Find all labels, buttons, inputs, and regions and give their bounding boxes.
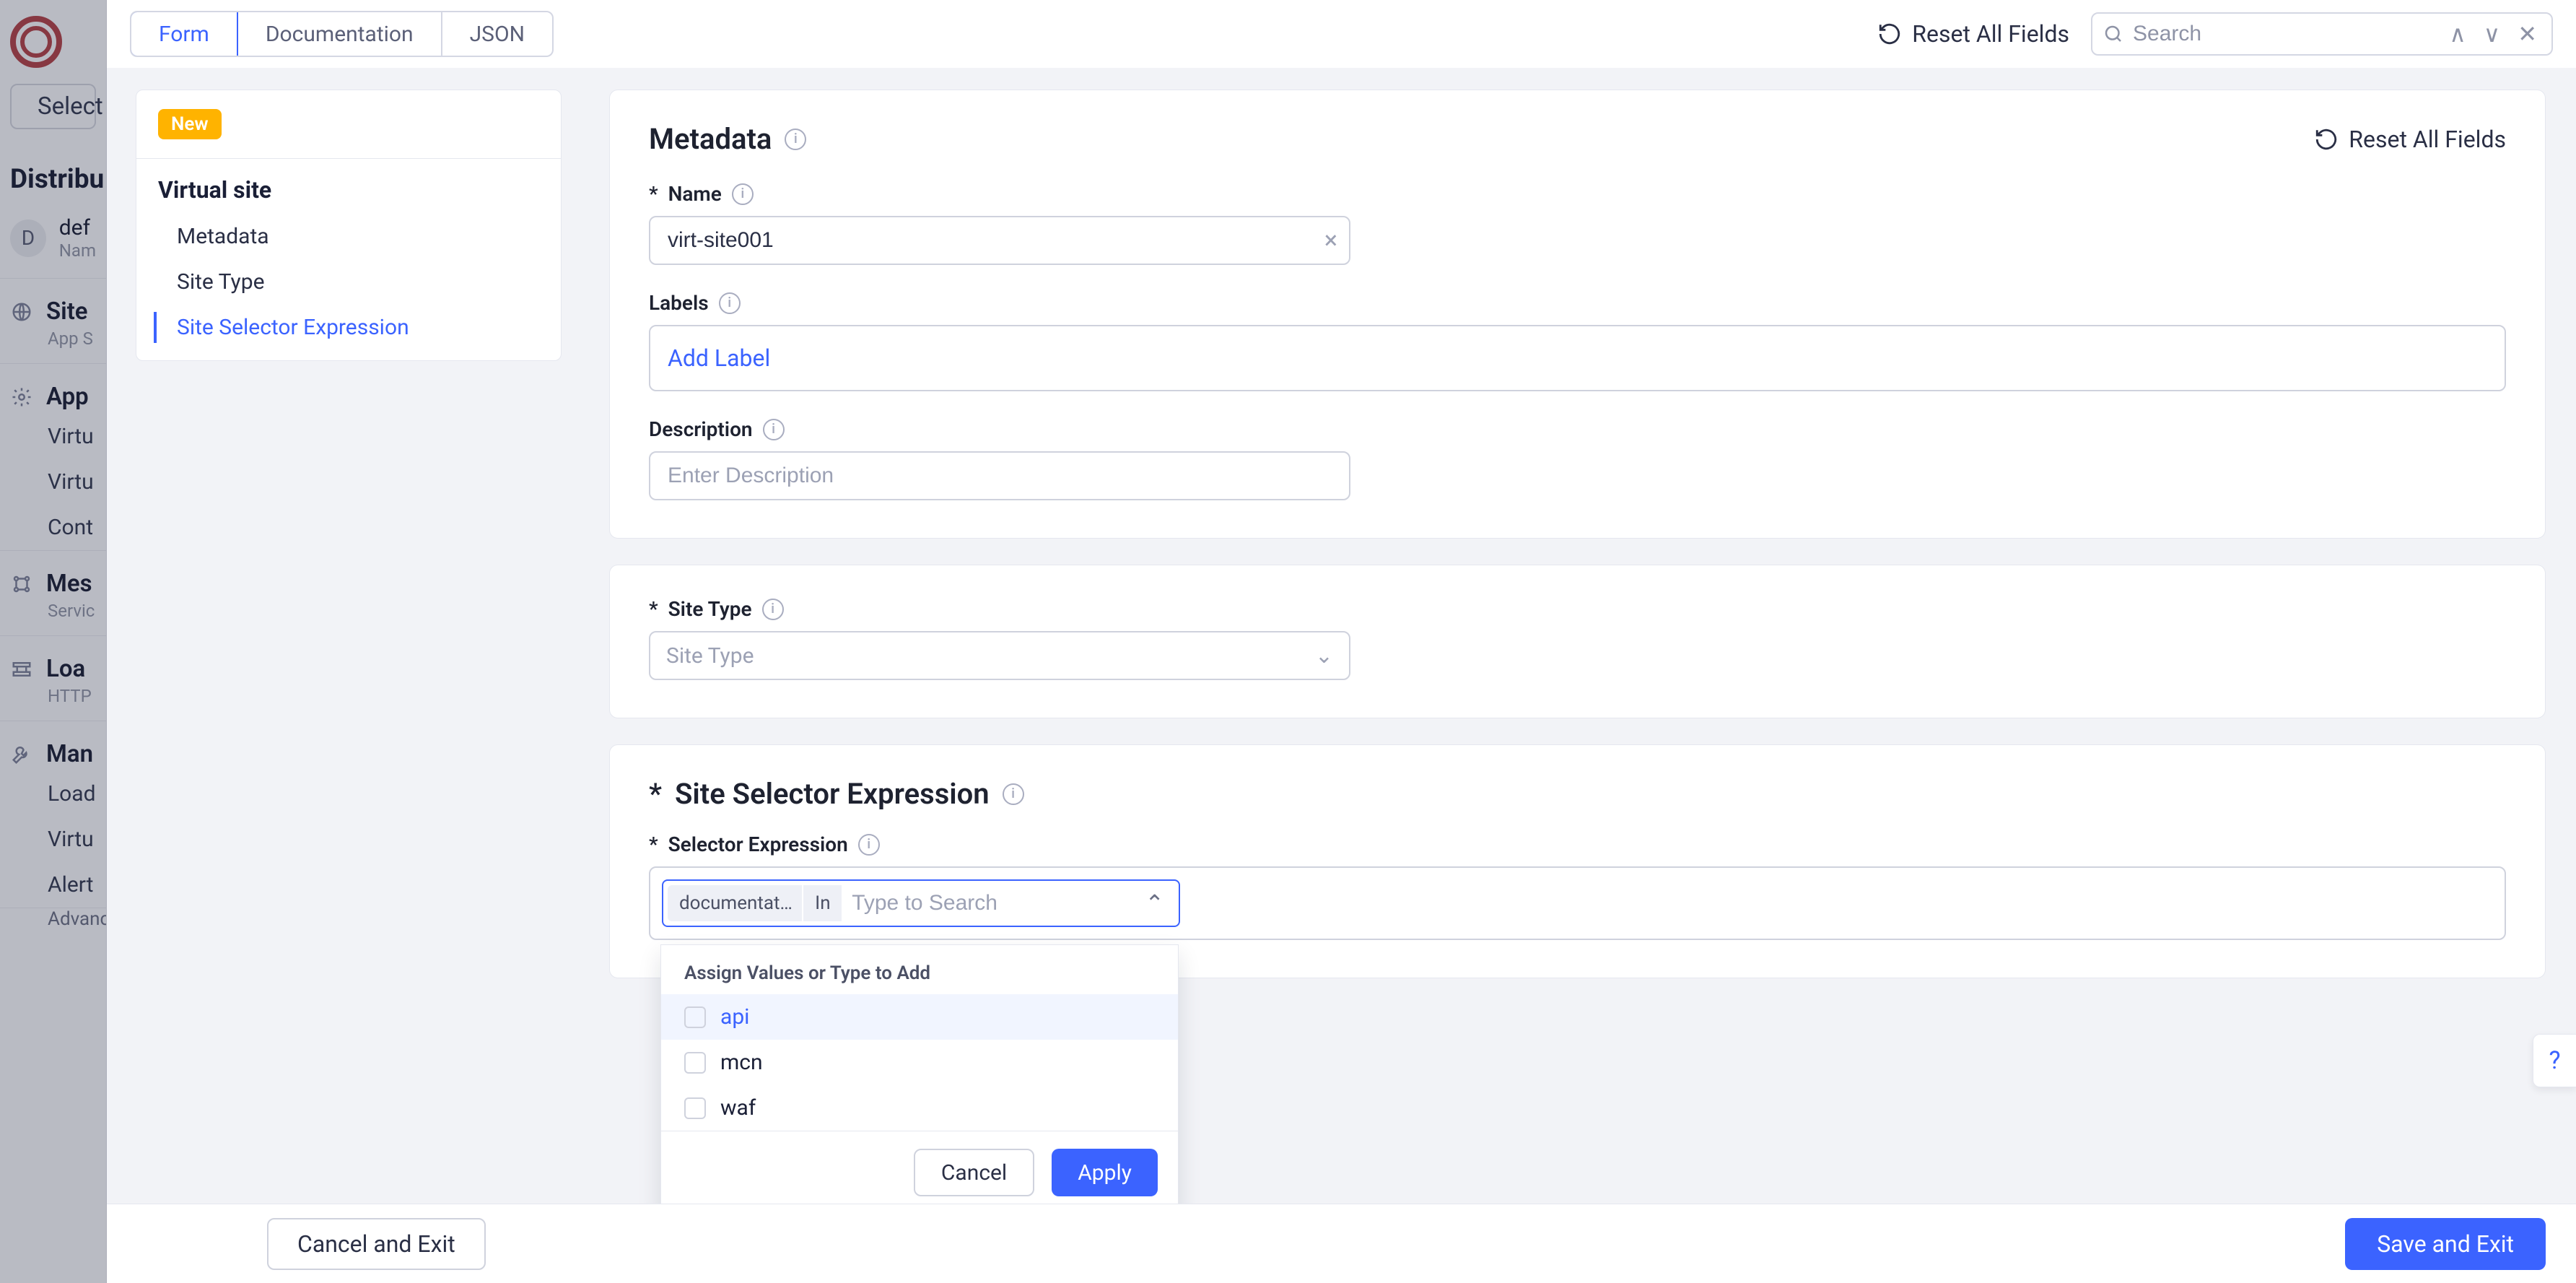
- mesh-icon: [10, 573, 33, 596]
- sidebar-section-load: Loa: [0, 636, 106, 686]
- search-input[interactable]: [2133, 22, 2436, 46]
- sidebar-section-apps: App: [0, 364, 106, 414]
- site-type-placeholder: Site Type: [666, 643, 754, 669]
- panel-title-metadata: Metadata: [649, 122, 772, 156]
- form-section-nav: New Virtual site Metadata Site Type Site…: [107, 90, 583, 1204]
- tab-documentation[interactable]: Documentation: [238, 12, 442, 56]
- name-field-label: Name: [668, 182, 722, 206]
- create-virtual-site-modal: Form Documentation JSON Reset All Fields…: [107, 0, 2576, 1283]
- new-badge: New: [158, 109, 222, 139]
- grid-icon: [23, 96, 27, 118]
- reset-icon: [1877, 22, 1902, 46]
- search-box[interactable]: ∧ ∨ ✕: [2091, 12, 2553, 56]
- sidebar-subitem: Load: [0, 771, 106, 817]
- dropdown-option-mcn[interactable]: mcn: [661, 1040, 1178, 1085]
- sidebar-section-sites: Site: [0, 279, 106, 329]
- select-service-button: Select: [10, 84, 96, 129]
- chevron-up-icon[interactable]: ⌃: [1139, 890, 1170, 917]
- search-next-icon[interactable]: ∨: [2479, 20, 2505, 48]
- name-input[interactable]: [649, 216, 1350, 265]
- selector-key-chip[interactable]: documentat…: [668, 885, 803, 921]
- info-icon[interactable]: i: [858, 834, 880, 856]
- f5-logo-icon: [10, 16, 62, 68]
- sidebar-subitem: Virtu: [0, 817, 106, 862]
- nav-item-site-type[interactable]: Site Type: [136, 259, 561, 305]
- dropdown-apply-button[interactable]: Apply: [1052, 1149, 1158, 1196]
- form-nav-title: Virtual site: [136, 159, 561, 214]
- select-service-label: Select: [38, 92, 103, 121]
- app-sidebar-background: Select Distribu D def Nam Site App S App…: [0, 0, 107, 1283]
- reset-all-fields-panel[interactable]: Reset All Fields: [2314, 126, 2506, 153]
- selector-values-input[interactable]: [843, 891, 1139, 916]
- selector-operator-chip[interactable]: In: [803, 885, 843, 921]
- dropdown-heading: Assign Values or Type to Add: [661, 945, 1178, 994]
- site-type-field-label: Site Type: [668, 597, 752, 621]
- reset-icon: [2314, 127, 2339, 152]
- panel-title-selector: Site Selector Expression: [675, 777, 990, 811]
- help-icon: ?: [2549, 1046, 2560, 1075]
- modal-body: New Virtual site Metadata Site Type Site…: [107, 68, 2576, 1204]
- add-label-link[interactable]: Add Label: [668, 344, 770, 372]
- info-icon[interactable]: i: [785, 129, 806, 150]
- description-field-label: Description: [649, 417, 753, 441]
- save-and-exit-button[interactable]: Save and Exit: [2345, 1218, 2546, 1270]
- sidebar-subitem: Virtu: [0, 414, 106, 459]
- reset-all-fields-top[interactable]: Reset All Fields: [1877, 20, 2069, 48]
- modal-footer: Cancel and Exit Save and Exit: [107, 1204, 2576, 1283]
- selector-expression-box[interactable]: documentat… In ⌃: [649, 866, 2506, 940]
- clear-input-icon[interactable]: ×: [1324, 226, 1337, 255]
- selector-expression-field-label: Selector Expression: [668, 832, 848, 856]
- namespace-sublabel: Nam: [59, 240, 96, 261]
- description-input[interactable]: [649, 451, 1350, 500]
- labels-field-label: Labels: [649, 291, 709, 315]
- sidebar-subitem: Alert: [0, 862, 106, 908]
- sidebar-advanced: Advanced: [0, 908, 106, 940]
- load-balancer-icon: [10, 658, 33, 681]
- checkbox-icon[interactable]: [684, 1006, 706, 1028]
- tab-form[interactable]: Form: [131, 12, 238, 56]
- checkbox-icon[interactable]: [684, 1097, 706, 1119]
- modal-topbar: Form Documentation JSON Reset All Fields…: [107, 0, 2576, 68]
- site-type-select[interactable]: Site Type ⌄: [649, 631, 1350, 680]
- nav-item-site-selector-expression[interactable]: Site Selector Expression: [136, 305, 561, 350]
- labels-input[interactable]: Add Label: [649, 325, 2506, 391]
- checkbox-icon[interactable]: [684, 1052, 706, 1074]
- namespace-name: def: [59, 215, 96, 240]
- sidebar-subitem: Cont: [0, 505, 106, 550]
- search-prev-icon[interactable]: ∧: [2445, 20, 2470, 48]
- sidebar-section-manage: Man: [0, 721, 106, 771]
- selector-values-dropdown: Assign Values or Type to Add api mcn: [660, 944, 1179, 1204]
- dropdown-option-waf[interactable]: waf: [661, 1085, 1178, 1131]
- namespace-badge: D: [10, 219, 46, 257]
- panel-metadata: Metadata i Reset All Fields Name i: [609, 90, 2546, 539]
- nav-item-metadata[interactable]: Metadata: [136, 214, 561, 259]
- product-area-heading: Distribu: [0, 142, 106, 199]
- globe-icon: [10, 300, 33, 323]
- dropdown-option-api[interactable]: api: [661, 994, 1178, 1040]
- tab-json[interactable]: JSON: [442, 12, 552, 56]
- view-tabs: Form Documentation JSON: [130, 11, 554, 57]
- panel-site-selector-expression: * Site Selector Expression i Selector Ex…: [609, 744, 2546, 978]
- search-close-icon[interactable]: ✕: [2513, 20, 2541, 48]
- chevron-down-icon: ⌄: [1315, 643, 1333, 669]
- info-icon[interactable]: i: [1003, 783, 1024, 805]
- gear-icon: [10, 386, 33, 409]
- wrench-icon: [10, 743, 33, 766]
- info-icon[interactable]: i: [732, 183, 754, 205]
- info-icon[interactable]: i: [762, 599, 784, 620]
- search-icon: [2103, 23, 2124, 45]
- dropdown-cancel-button[interactable]: Cancel: [914, 1149, 1034, 1196]
- sidebar-subitem: Virtu: [0, 459, 106, 505]
- cancel-and-exit-button[interactable]: Cancel and Exit: [267, 1218, 486, 1270]
- info-icon[interactable]: i: [719, 292, 741, 314]
- info-icon[interactable]: i: [763, 419, 785, 440]
- help-button[interactable]: ?: [2533, 1034, 2576, 1087]
- selector-expression-active-token[interactable]: documentat… In ⌃: [662, 879, 1180, 927]
- sidebar-section-mesh: Mes: [0, 551, 106, 601]
- form-scroll-area[interactable]: Metadata i Reset All Fields Name i: [583, 90, 2576, 1204]
- panel-site-type: Site Type i Site Type ⌄: [609, 565, 2546, 718]
- namespace-selector: D def Nam: [0, 199, 106, 278]
